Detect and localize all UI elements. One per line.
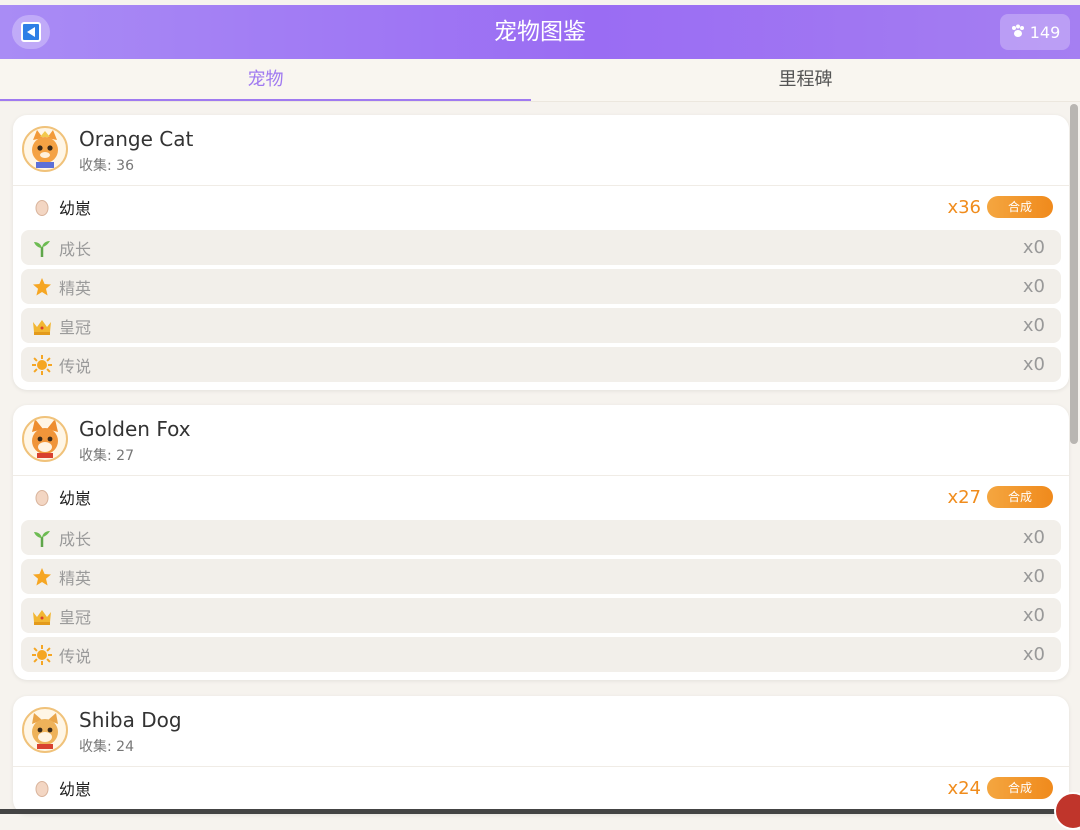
stage-count: x24 [947, 777, 981, 799]
pet-card-header: Shiba Dog 收集: 24 [13, 696, 1069, 767]
corner-badge-icon [1054, 792, 1080, 830]
pet-name: Golden Fox [79, 417, 191, 441]
stage-label: 幼崽 [59, 780, 92, 799]
page-title: 宠物图鉴 [494, 19, 586, 45]
tab-bar: 宠物 里程碑 [0, 59, 1080, 102]
sprout-icon [31, 527, 53, 549]
pet-collect-count: 收集: 24 [79, 739, 134, 755]
stage-label: 皇冠 [59, 607, 92, 627]
egg-icon [31, 777, 53, 799]
stage-row: 成长 x0 [21, 230, 1061, 265]
stage-count: x0 [1022, 315, 1045, 336]
egg-icon [31, 486, 53, 508]
stage-count: x0 [1022, 527, 1045, 548]
stage-row: 皇冠 x0 [21, 598, 1061, 633]
stage-row: 传说 x0 [21, 347, 1061, 382]
coin-counter: 149 [1000, 14, 1070, 50]
sun-icon [31, 644, 53, 666]
star-icon [31, 276, 53, 298]
egg-icon [31, 196, 53, 218]
stage-count: x27 [947, 486, 981, 508]
merge-button[interactable]: 合成 [987, 196, 1053, 218]
golden-fox-avatar-icon [22, 416, 68, 462]
sun-icon [31, 354, 53, 376]
pet-card-header: Orange Cat 收集: 36 [13, 115, 1069, 186]
merge-button[interactable]: 合成 [987, 777, 1053, 799]
star-icon [31, 566, 53, 588]
stage-count: x0 [1022, 605, 1045, 626]
coin-count: 149 [1029, 22, 1061, 42]
stage-row: 幼崽 x36 合成 [21, 186, 1061, 228]
pet-card: Golden Fox 收集: 27 幼崽 x27 合成 成长 x0 精英 x0 … [13, 405, 1069, 680]
stage-count: x36 [947, 196, 981, 218]
stage-count: x0 [1022, 354, 1045, 375]
pet-name: Orange Cat [79, 127, 194, 151]
pet-name: Shiba Dog [79, 708, 182, 732]
pet-card: Orange Cat 收集: 36 幼崽 x36 合成 成长 x0 精英 x0 … [13, 115, 1069, 390]
bottom-edge [0, 809, 1080, 814]
stage-row: 精英 x0 [21, 269, 1061, 304]
tab-milestones[interactable]: 里程碑 [531, 59, 1080, 101]
stage-label: 皇冠 [59, 317, 92, 337]
pet-card: Shiba Dog 收集: 24 幼崽 x24 合成 [13, 696, 1069, 814]
stage-count: x0 [1022, 644, 1045, 665]
sprout-icon [31, 237, 53, 259]
paw-icon [1010, 23, 1026, 42]
stage-row: 精英 x0 [21, 559, 1061, 594]
stage-count: x0 [1022, 237, 1045, 258]
stage-label: 成长 [59, 529, 92, 549]
stage-label: 成长 [59, 239, 92, 259]
stage-label: 幼崽 [59, 489, 92, 508]
crown-icon [31, 605, 53, 627]
stage-count: x0 [1022, 276, 1045, 297]
merge-button[interactable]: 合成 [987, 486, 1053, 508]
stage-label: 传说 [59, 646, 92, 666]
pet-collect-count: 收集: 36 [79, 158, 134, 174]
stage-label: 精英 [59, 278, 92, 298]
pet-collect-count: 收集: 27 [79, 448, 134, 464]
stage-row: 幼崽 x27 合成 [21, 476, 1061, 518]
stage-label: 幼崽 [59, 199, 92, 218]
stage-row: 成长 x0 [21, 520, 1061, 555]
stage-count: x0 [1022, 566, 1045, 587]
top-bar: 宠物图鉴 149 [0, 5, 1080, 59]
stage-row: 传说 x0 [21, 637, 1061, 672]
stage-row: 幼崽 x24 合成 [21, 767, 1061, 809]
crown-icon [31, 315, 53, 337]
orange-cat-avatar-icon [22, 126, 68, 172]
tab-pets[interactable]: 宠物 [0, 59, 531, 101]
stage-label: 传说 [59, 356, 92, 376]
stage-label: 精英 [59, 568, 92, 588]
stage-row: 皇冠 x0 [21, 308, 1061, 343]
pet-card-header: Golden Fox 收集: 27 [13, 405, 1069, 476]
scrollbar[interactable] [1070, 104, 1078, 444]
shiba-dog-avatar-icon [22, 707, 68, 753]
